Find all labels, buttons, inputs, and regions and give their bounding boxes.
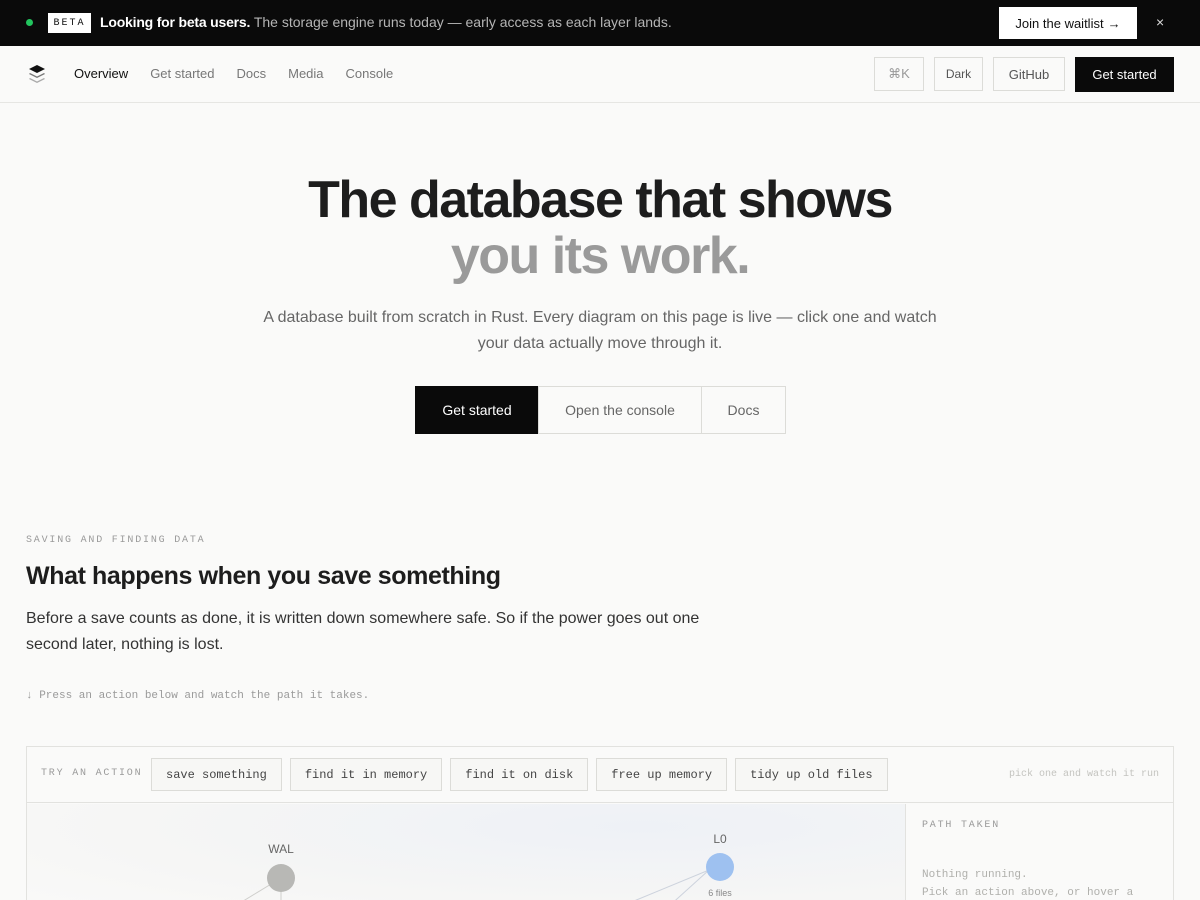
section-eyebrow: SAVING AND FINDING DATA — [26, 535, 206, 546]
action-free-memory-button[interactable]: free up memory — [596, 758, 728, 791]
action-save-something-button[interactable]: save something — [151, 758, 282, 791]
beta-banner: BETA Looking for beta users. The storage… — [0, 0, 1200, 46]
nav-link-overview[interactable]: Overview — [74, 66, 128, 81]
path-taken-text: Nothing running. Pick an action above, o… — [922, 866, 1133, 900]
diagram-edge — [675, 869, 710, 900]
hero-get-started-button[interactable]: Get started — [415, 386, 539, 434]
hero-docs-button[interactable]: Docs — [701, 386, 786, 434]
search-shortcut-button[interactable]: ⌘K — [874, 57, 924, 91]
section-body: Before a save counts as done, it is writ… — [26, 610, 700, 653]
nav-link-console[interactable]: Console — [346, 66, 394, 81]
path-help: Pick an action above, or hover a — [922, 887, 1134, 899]
action-find-in-memory-button[interactable]: find it in memory — [289, 758, 443, 791]
hero-title-line2: you its work. — [450, 227, 751, 285]
nav-link-docs[interactable]: Docs — [237, 66, 267, 81]
open-console-button[interactable]: Open the console — [538, 386, 702, 434]
storage-diagram-svg: WAL L0 6 files — [243, 832, 734, 900]
hero-subtitle: A database built from scratch in Rust. E… — [263, 309, 937, 352]
hero-title: The database that shows you its work. — [0, 172, 1200, 284]
action-toolbar: TRY AN ACTION save something find it in … — [27, 747, 1173, 803]
storage-diagram: WAL L0 6 files — [27, 804, 905, 900]
path-taken-title: PATH TAKEN — [922, 820, 1001, 831]
action-panel: TRY AN ACTION save something find it in … — [26, 746, 1174, 900]
status-dot-icon — [26, 19, 33, 26]
nav-links: Overview Get started Docs Media Console — [74, 66, 393, 81]
banner-message: Looking for beta users. The storage engi… — [100, 14, 672, 30]
hero-cta-group: Get started Open the console Docs — [415, 386, 786, 434]
l0-node-label: L0 — [713, 832, 727, 846]
banner-headline: Looking for beta users. — [100, 14, 251, 30]
join-waitlist-label: Join the waitlist — [1015, 15, 1104, 31]
path-taken-panel: PATH TAKEN Nothing running. Pick an acti… — [905, 804, 1173, 900]
join-waitlist-button[interactable]: Join the waitlist → — [999, 7, 1137, 39]
hero-title-line1: The database that shows — [308, 171, 893, 229]
pick-hint: pick one and watch it run — [1008, 769, 1159, 780]
layers-logo-icon[interactable] — [28, 64, 46, 84]
banner-subtext: The storage engine runs today — early ac… — [250, 14, 672, 30]
diagram-edge — [635, 869, 710, 900]
path-status: Nothing running. — [922, 869, 1028, 881]
l0-node-meta: 6 files — [708, 888, 732, 898]
try-action-label: TRY AN ACTION — [41, 768, 143, 779]
section-title: What happens when you save something — [26, 562, 501, 590]
nav-link-media[interactable]: Media — [288, 66, 323, 81]
theme-toggle-button[interactable]: Dark — [934, 57, 983, 91]
action-tidy-files-button[interactable]: tidy up old files — [735, 758, 888, 791]
wal-node-label: WAL — [268, 842, 294, 856]
close-icon[interactable]: × — [1156, 14, 1164, 30]
l0-node[interactable] — [706, 853, 734, 881]
github-button[interactable]: GitHub — [993, 57, 1065, 91]
beta-badge: BETA — [48, 13, 91, 33]
nav-link-get-started[interactable]: Get started — [150, 66, 214, 81]
action-find-on-disk-button[interactable]: find it on disk — [450, 758, 589, 791]
action-buttons: save something find it in memory find it… — [151, 758, 888, 791]
wal-node[interactable] — [267, 864, 295, 892]
top-navigation: Overview Get started Docs Media Console … — [0, 46, 1200, 103]
nav-get-started-button[interactable]: Get started — [1075, 57, 1174, 92]
section-hint: ↓ Press an action below and watch the pa… — [26, 690, 370, 702]
arrow-right-icon: → — [1107, 15, 1121, 31]
